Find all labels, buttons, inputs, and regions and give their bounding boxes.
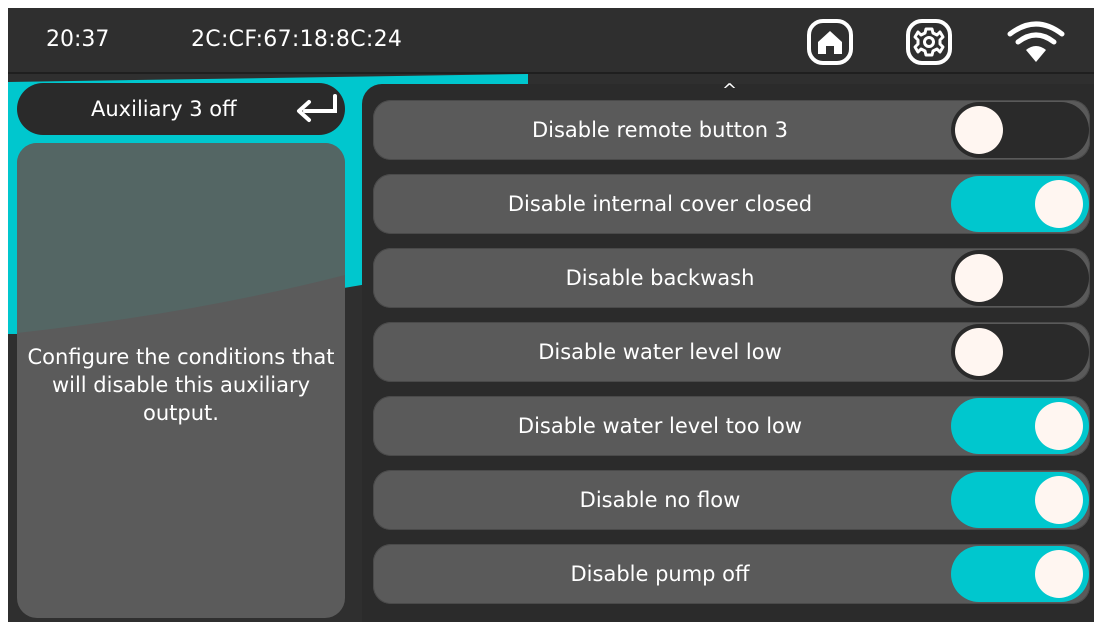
toggle-switch[interactable] (951, 102, 1089, 158)
option-label: Disable backwash (565, 266, 755, 290)
toggle-switch[interactable] (951, 546, 1089, 602)
toggle-switch[interactable] (951, 324, 1089, 380)
scroll-up-icon[interactable]: ^ (722, 82, 737, 100)
toggle-switch[interactable] (951, 250, 1089, 306)
option-label: Disable internal cover closed (507, 192, 813, 216)
option-row-pump-off[interactable]: Disable pump off (373, 544, 1090, 604)
option-row-internal-cover-closed[interactable]: Disable internal cover closed (373, 174, 1090, 234)
status-bar: 20:37 2C:CF:67:18:8C:24 (8, 8, 1094, 74)
mac-address: 2C:CF:67:18:8C:24 (191, 27, 403, 52)
wifi-icon[interactable] (1004, 20, 1068, 64)
toggle-knob (955, 254, 1003, 302)
toggle-knob (1035, 476, 1083, 524)
option-label: Disable no flow (579, 488, 741, 512)
info-text: Configure the conditions that will disab… (27, 345, 335, 425)
option-row-no-flow[interactable]: Disable no flow (373, 470, 1090, 530)
toggle-switch[interactable] (951, 398, 1089, 454)
home-icon[interactable] (806, 18, 854, 66)
info-card: Configure the conditions that will disab… (17, 143, 345, 618)
toggle-knob (955, 106, 1003, 154)
settings-gear-icon[interactable] (905, 18, 953, 66)
device-screen: 20:37 2C:CF:67:18:8C:24 Auxiliary 3 off (8, 8, 1094, 622)
option-label: Disable remote button 3 (531, 118, 789, 142)
aux-header: Auxiliary 3 off (17, 83, 345, 135)
option-row-water-level-low[interactable]: Disable water level low (373, 322, 1090, 382)
option-label: Disable pump off (570, 562, 750, 586)
option-row-water-level-too-low[interactable]: Disable water level too low (373, 396, 1090, 456)
toggle-knob (1035, 180, 1083, 228)
option-label: Disable water level too low (517, 414, 803, 438)
toggle-switch[interactable] (951, 176, 1089, 232)
toggle-knob (955, 328, 1003, 376)
option-label: Disable water level low (538, 340, 782, 364)
clock: 20:37 (46, 27, 110, 52)
return-arrow-icon[interactable] (295, 94, 341, 124)
toggle-knob (1035, 550, 1083, 598)
option-row-remote-button-3[interactable]: Disable remote button 3 (373, 100, 1090, 160)
toggle-knob (1035, 402, 1083, 450)
info-card-wave (17, 143, 345, 333)
option-row-backwash[interactable]: Disable backwash (373, 248, 1090, 308)
toggle-switch[interactable] (951, 472, 1089, 528)
page-title: Auxiliary 3 off (91, 97, 237, 121)
